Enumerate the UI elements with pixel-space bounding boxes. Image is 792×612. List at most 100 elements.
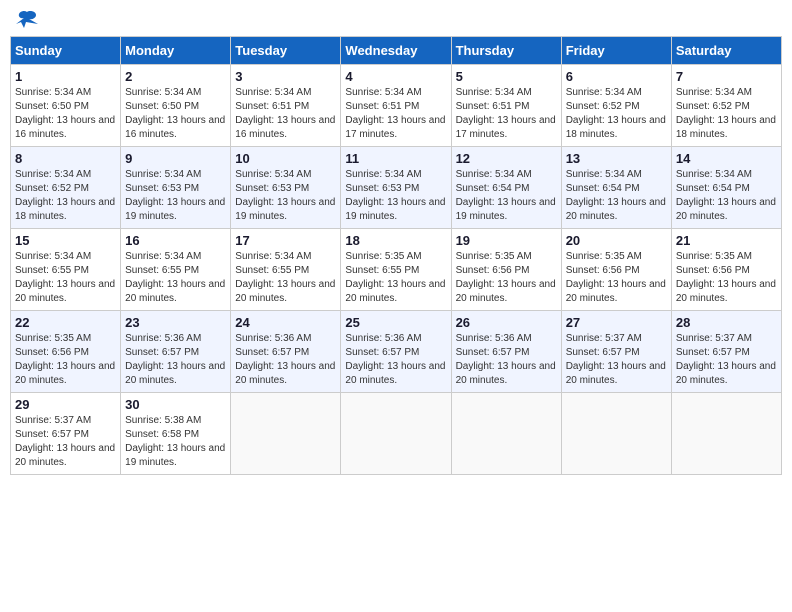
day-number: 22	[15, 315, 116, 330]
calendar-cell	[231, 393, 341, 475]
day-info: Sunrise: 5:34 AM Sunset: 6:53 PM Dayligh…	[235, 168, 336, 224]
day-info: Sunrise: 5:35 AM Sunset: 6:55 PM Dayligh…	[345, 250, 446, 306]
calendar-cell	[451, 393, 561, 475]
calendar-cell: 13 Sunrise: 5:34 AM Sunset: 6:54 PM Dayl…	[561, 147, 671, 229]
day-number: 2	[125, 69, 226, 84]
day-info: Sunrise: 5:34 AM Sunset: 6:51 PM Dayligh…	[456, 86, 557, 142]
day-number: 1	[15, 69, 116, 84]
day-info: Sunrise: 5:34 AM Sunset: 6:52 PM Dayligh…	[15, 168, 116, 224]
calendar-cell: 11 Sunrise: 5:34 AM Sunset: 6:53 PM Dayl…	[341, 147, 451, 229]
bird-icon	[16, 10, 38, 28]
day-number: 24	[235, 315, 336, 330]
calendar-cell: 30 Sunrise: 5:38 AM Sunset: 6:58 PM Dayl…	[121, 393, 231, 475]
day-number: 10	[235, 151, 336, 166]
day-number: 8	[15, 151, 116, 166]
day-number: 13	[566, 151, 667, 166]
day-info: Sunrise: 5:34 AM Sunset: 6:51 PM Dayligh…	[235, 86, 336, 142]
day-info: Sunrise: 5:34 AM Sunset: 6:50 PM Dayligh…	[15, 86, 116, 142]
day-info: Sunrise: 5:35 AM Sunset: 6:56 PM Dayligh…	[566, 250, 667, 306]
col-header-saturday: Saturday	[671, 37, 781, 65]
col-header-friday: Friday	[561, 37, 671, 65]
day-info: Sunrise: 5:34 AM Sunset: 6:55 PM Dayligh…	[235, 250, 336, 306]
day-info: Sunrise: 5:34 AM Sunset: 6:52 PM Dayligh…	[676, 86, 777, 142]
day-number: 7	[676, 69, 777, 84]
day-number: 28	[676, 315, 777, 330]
day-number: 30	[125, 397, 226, 412]
calendar-cell: 27 Sunrise: 5:37 AM Sunset: 6:57 PM Dayl…	[561, 311, 671, 393]
day-number: 15	[15, 233, 116, 248]
day-info: Sunrise: 5:37 AM Sunset: 6:57 PM Dayligh…	[15, 414, 116, 470]
logo	[14, 10, 38, 28]
calendar-cell: 16 Sunrise: 5:34 AM Sunset: 6:55 PM Dayl…	[121, 229, 231, 311]
day-number: 11	[345, 151, 446, 166]
calendar-cell: 6 Sunrise: 5:34 AM Sunset: 6:52 PM Dayli…	[561, 65, 671, 147]
day-number: 6	[566, 69, 667, 84]
calendar-cell: 12 Sunrise: 5:34 AM Sunset: 6:54 PM Dayl…	[451, 147, 561, 229]
day-info: Sunrise: 5:36 AM Sunset: 6:57 PM Dayligh…	[125, 332, 226, 388]
calendar-cell: 26 Sunrise: 5:36 AM Sunset: 6:57 PM Dayl…	[451, 311, 561, 393]
day-info: Sunrise: 5:34 AM Sunset: 6:51 PM Dayligh…	[345, 86, 446, 142]
day-info: Sunrise: 5:37 AM Sunset: 6:57 PM Dayligh…	[566, 332, 667, 388]
calendar-cell	[341, 393, 451, 475]
calendar-cell: 14 Sunrise: 5:34 AM Sunset: 6:54 PM Dayl…	[671, 147, 781, 229]
calendar-cell: 22 Sunrise: 5:35 AM Sunset: 6:56 PM Dayl…	[11, 311, 121, 393]
day-number: 29	[15, 397, 116, 412]
calendar-cell: 1 Sunrise: 5:34 AM Sunset: 6:50 PM Dayli…	[11, 65, 121, 147]
calendar-cell: 7 Sunrise: 5:34 AM Sunset: 6:52 PM Dayli…	[671, 65, 781, 147]
header	[10, 10, 782, 28]
calendar-cell: 21 Sunrise: 5:35 AM Sunset: 6:56 PM Dayl…	[671, 229, 781, 311]
day-number: 23	[125, 315, 226, 330]
calendar-cell: 20 Sunrise: 5:35 AM Sunset: 6:56 PM Dayl…	[561, 229, 671, 311]
calendar-cell: 19 Sunrise: 5:35 AM Sunset: 6:56 PM Dayl…	[451, 229, 561, 311]
day-info: Sunrise: 5:38 AM Sunset: 6:58 PM Dayligh…	[125, 414, 226, 470]
calendar-cell: 10 Sunrise: 5:34 AM Sunset: 6:53 PM Dayl…	[231, 147, 341, 229]
day-number: 20	[566, 233, 667, 248]
day-info: Sunrise: 5:36 AM Sunset: 6:57 PM Dayligh…	[235, 332, 336, 388]
day-number: 26	[456, 315, 557, 330]
day-info: Sunrise: 5:34 AM Sunset: 6:55 PM Dayligh…	[15, 250, 116, 306]
col-header-wednesday: Wednesday	[341, 37, 451, 65]
day-info: Sunrise: 5:34 AM Sunset: 6:54 PM Dayligh…	[566, 168, 667, 224]
calendar-cell	[561, 393, 671, 475]
day-info: Sunrise: 5:34 AM Sunset: 6:55 PM Dayligh…	[125, 250, 226, 306]
calendar-cell: 28 Sunrise: 5:37 AM Sunset: 6:57 PM Dayl…	[671, 311, 781, 393]
calendar-cell: 2 Sunrise: 5:34 AM Sunset: 6:50 PM Dayli…	[121, 65, 231, 147]
day-info: Sunrise: 5:35 AM Sunset: 6:56 PM Dayligh…	[15, 332, 116, 388]
day-number: 16	[125, 233, 226, 248]
day-number: 21	[676, 233, 777, 248]
calendar-cell: 29 Sunrise: 5:37 AM Sunset: 6:57 PM Dayl…	[11, 393, 121, 475]
calendar-cell: 23 Sunrise: 5:36 AM Sunset: 6:57 PM Dayl…	[121, 311, 231, 393]
day-number: 4	[345, 69, 446, 84]
day-number: 19	[456, 233, 557, 248]
calendar-cell: 4 Sunrise: 5:34 AM Sunset: 6:51 PM Dayli…	[341, 65, 451, 147]
day-info: Sunrise: 5:34 AM Sunset: 6:54 PM Dayligh…	[676, 168, 777, 224]
calendar-cell: 17 Sunrise: 5:34 AM Sunset: 6:55 PM Dayl…	[231, 229, 341, 311]
col-header-tuesday: Tuesday	[231, 37, 341, 65]
day-number: 14	[676, 151, 777, 166]
day-number: 17	[235, 233, 336, 248]
day-number: 18	[345, 233, 446, 248]
calendar-table: SundayMondayTuesdayWednesdayThursdayFrid…	[10, 36, 782, 475]
day-number: 3	[235, 69, 336, 84]
day-info: Sunrise: 5:36 AM Sunset: 6:57 PM Dayligh…	[456, 332, 557, 388]
col-header-thursday: Thursday	[451, 37, 561, 65]
calendar-cell: 9 Sunrise: 5:34 AM Sunset: 6:53 PM Dayli…	[121, 147, 231, 229]
day-info: Sunrise: 5:34 AM Sunset: 6:53 PM Dayligh…	[345, 168, 446, 224]
day-info: Sunrise: 5:34 AM Sunset: 6:50 PM Dayligh…	[125, 86, 226, 142]
calendar-cell: 25 Sunrise: 5:36 AM Sunset: 6:57 PM Dayl…	[341, 311, 451, 393]
day-info: Sunrise: 5:35 AM Sunset: 6:56 PM Dayligh…	[676, 250, 777, 306]
day-number: 25	[345, 315, 446, 330]
day-info: Sunrise: 5:34 AM Sunset: 6:54 PM Dayligh…	[456, 168, 557, 224]
day-number: 5	[456, 69, 557, 84]
calendar-cell: 18 Sunrise: 5:35 AM Sunset: 6:55 PM Dayl…	[341, 229, 451, 311]
calendar-cell: 3 Sunrise: 5:34 AM Sunset: 6:51 PM Dayli…	[231, 65, 341, 147]
day-info: Sunrise: 5:34 AM Sunset: 6:52 PM Dayligh…	[566, 86, 667, 142]
calendar-cell: 15 Sunrise: 5:34 AM Sunset: 6:55 PM Dayl…	[11, 229, 121, 311]
calendar-cell: 24 Sunrise: 5:36 AM Sunset: 6:57 PM Dayl…	[231, 311, 341, 393]
day-info: Sunrise: 5:37 AM Sunset: 6:57 PM Dayligh…	[676, 332, 777, 388]
day-number: 12	[456, 151, 557, 166]
calendar-cell: 5 Sunrise: 5:34 AM Sunset: 6:51 PM Dayli…	[451, 65, 561, 147]
day-info: Sunrise: 5:34 AM Sunset: 6:53 PM Dayligh…	[125, 168, 226, 224]
day-number: 9	[125, 151, 226, 166]
day-number: 27	[566, 315, 667, 330]
